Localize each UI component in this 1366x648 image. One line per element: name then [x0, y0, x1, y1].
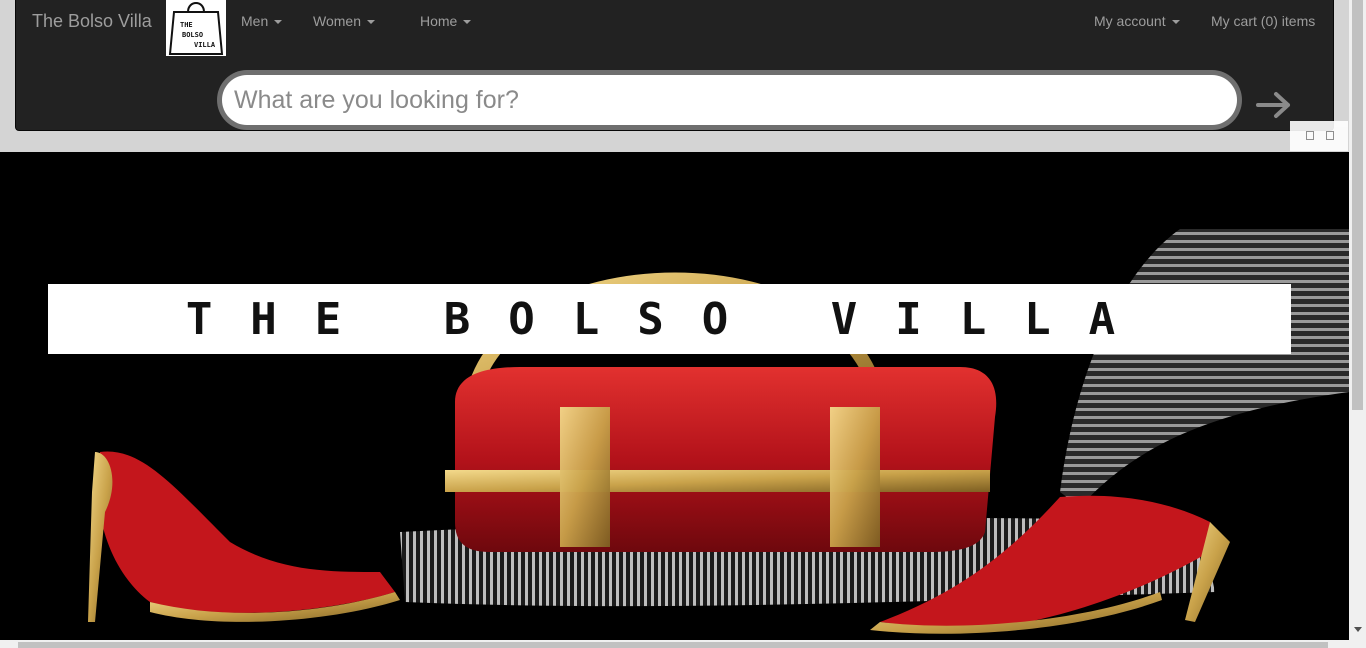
nav-account-label: My account: [1094, 13, 1166, 29]
carousel-prev-icon[interactable]: [1306, 131, 1314, 140]
nav-cart-link[interactable]: My cart (0) items: [1211, 13, 1315, 29]
arrow-right-icon[interactable]: [1256, 90, 1292, 120]
search-bar: [217, 70, 1242, 130]
nav-men-label: Men: [241, 13, 269, 29]
vertical-scrollbar[interactable]: [1349, 0, 1366, 648]
chevron-down-icon: [463, 20, 472, 25]
chevron-down-icon: [366, 20, 375, 25]
hero-image: [88, 229, 1349, 634]
nav-men-dropdown[interactable]: Men: [241, 13, 283, 29]
hero-banner-title: THE BOLSO VILLA: [48, 284, 1291, 354]
nav-account-dropdown[interactable]: My account: [1094, 13, 1180, 29]
nav-women-dropdown[interactable]: Women: [313, 13, 375, 29]
vertical-scrollbar-thumb[interactable]: [1352, 0, 1363, 410]
logo-text-line2: BOLSO: [182, 31, 203, 39]
logo-text-line3: VILLA: [194, 41, 216, 49]
nav-home-label: Home: [420, 13, 458, 29]
horizontal-scrollbar-thumb[interactable]: [18, 642, 1328, 648]
logo-text-line1: THE: [180, 21, 193, 29]
chevron-down-icon: [1171, 20, 1180, 25]
carousel-next-icon[interactable]: [1326, 131, 1334, 140]
top-navbar: The Bolso Villa THE BOLSO VILLA Men Wome…: [15, 0, 1334, 131]
nav-home-dropdown[interactable]: Home: [420, 13, 472, 29]
scroll-down-icon[interactable]: [1354, 627, 1362, 632]
shopping-bag-logo: THE BOLSO VILLA: [166, 0, 226, 56]
carousel-controls[interactable]: [1290, 121, 1348, 151]
brand-logo[interactable]: THE BOLSO VILLA: [166, 0, 226, 56]
nav-women-label: Women: [313, 13, 361, 29]
horizontal-scrollbar[interactable]: [0, 640, 1349, 648]
search-input[interactable]: [222, 75, 1237, 125]
hero-carousel: THE BOLSO VILLA: [0, 152, 1349, 640]
chevron-down-icon: [274, 20, 283, 25]
brand-link[interactable]: The Bolso Villa: [32, 11, 152, 32]
